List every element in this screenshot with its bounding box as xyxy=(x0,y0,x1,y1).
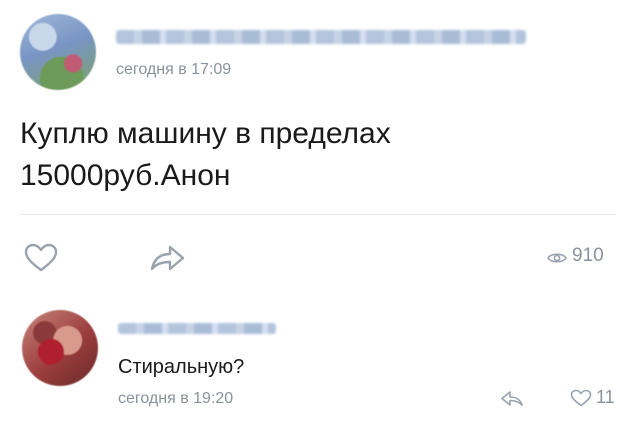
views-count: 910 xyxy=(572,245,604,266)
comment-text: Стиральную? xyxy=(118,356,245,378)
post-author-avatar[interactable] xyxy=(20,14,96,90)
heart-icon[interactable] xyxy=(24,243,58,273)
eye-icon xyxy=(547,253,567,263)
post-timestamp[interactable]: сегодня в 17:09 xyxy=(116,61,231,79)
post-card: сегодня в 17:09 Куплю машину в пределах … xyxy=(0,0,640,290)
post-text-line: Куплю машину в пределах xyxy=(20,117,391,150)
share-icon[interactable] xyxy=(148,243,186,273)
reply-icon[interactable] xyxy=(500,389,524,407)
comment-timestamp[interactable]: сегодня в 19:20 xyxy=(118,390,233,408)
comment-like-count: 11 xyxy=(596,387,615,407)
comment-author-avatar[interactable] xyxy=(22,310,98,386)
post-author-name-blurred[interactable] xyxy=(116,30,526,44)
comment-author-name-blurred[interactable] xyxy=(118,323,276,334)
post-text: Куплю машину в пределах 15000руб.Анон xyxy=(20,113,580,197)
post-divider xyxy=(20,214,616,215)
post-text-line: 15000руб.Анон xyxy=(20,159,231,192)
heart-icon[interactable] xyxy=(570,389,592,407)
